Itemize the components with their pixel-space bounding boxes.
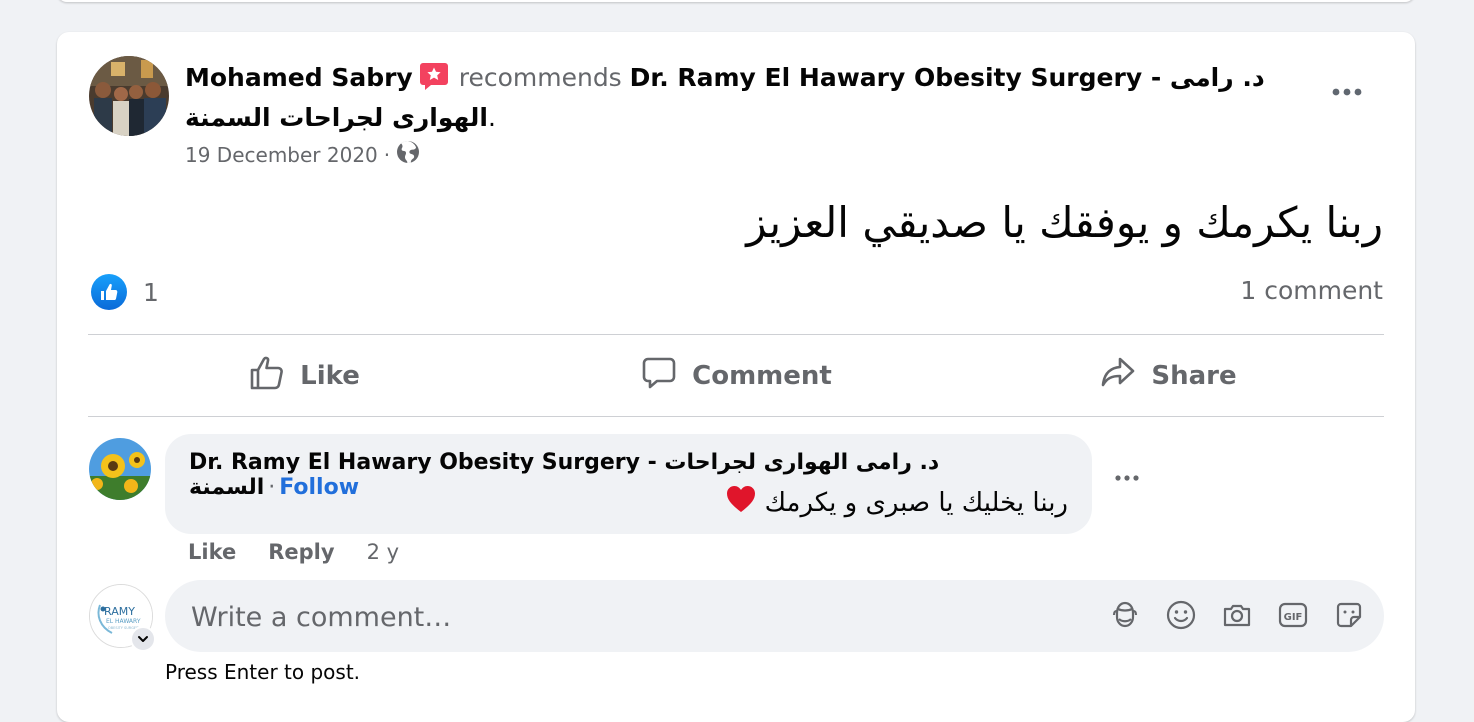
author-name[interactable]: Mohamed Sabry bbox=[185, 63, 413, 92]
thumbs-up-icon bbox=[248, 354, 286, 399]
more-horizontal-icon bbox=[1332, 88, 1362, 96]
comment-count-link[interactable]: 1 comment bbox=[1240, 276, 1383, 305]
recommends-text: recommends bbox=[458, 63, 622, 92]
composer-icons: GIF bbox=[1108, 598, 1366, 632]
follow-button[interactable]: Follow bbox=[279, 475, 359, 500]
post-body-text: ربنا يكرمك و يوفقك يا صديقي العزيز bbox=[746, 198, 1383, 247]
comment-bubble: Dr. Ramy El Hawary Obesity Surgery - د. … bbox=[165, 434, 1092, 534]
comment-options-button[interactable] bbox=[1112, 468, 1142, 494]
gif-icon[interactable]: GIF bbox=[1276, 598, 1310, 632]
chevron-down-icon bbox=[138, 636, 148, 642]
post-header: Mohamed Sabry recommends Dr. Ramy El Hawa… bbox=[185, 58, 1275, 138]
like-label: Like bbox=[300, 361, 360, 391]
press-enter-hint: Press Enter to post. bbox=[165, 660, 361, 684]
comment-reply-button[interactable]: Reply bbox=[268, 540, 334, 564]
divider bbox=[88, 416, 1384, 417]
like-count: 1 bbox=[143, 277, 159, 307]
comment-input[interactable] bbox=[189, 580, 1013, 654]
share-button[interactable]: Share bbox=[952, 338, 1384, 414]
post-date[interactable]: 19 December 2020 bbox=[185, 143, 378, 167]
avatar-sticker-icon[interactable] bbox=[1108, 598, 1142, 632]
like-button[interactable]: Like bbox=[88, 338, 520, 414]
author-avatar[interactable] bbox=[89, 56, 169, 136]
post-action-bar: Like Comment Share bbox=[88, 338, 1384, 414]
comment-label: Comment bbox=[692, 361, 832, 391]
meta-separator: · bbox=[383, 142, 391, 167]
profile-switch-button[interactable] bbox=[130, 626, 156, 652]
globe-icon bbox=[396, 140, 420, 169]
emoji-icon[interactable] bbox=[1164, 598, 1198, 632]
divider bbox=[88, 334, 1384, 335]
comment-bubble-icon bbox=[640, 354, 678, 399]
previous-post-card bbox=[57, 0, 1415, 2]
post-card: Mohamed Sabry recommends Dr. Ramy El Hawa… bbox=[57, 32, 1415, 722]
more-horizontal-icon bbox=[1115, 475, 1139, 481]
comment-text-row: ربنا يخليك يا صبرى و يكرمك bbox=[725, 484, 1068, 521]
svg-text:RAMY: RAMY bbox=[104, 605, 135, 618]
post-meta: 19 December 2020 · bbox=[185, 140, 420, 169]
comment-composer: GIF bbox=[165, 580, 1384, 654]
comment-separator: · bbox=[268, 475, 276, 500]
comment-like-button[interactable]: Like bbox=[188, 540, 236, 564]
sticker-icon[interactable] bbox=[1332, 598, 1366, 632]
recommendation-star-icon bbox=[419, 60, 449, 90]
comment-actions: Like Reply 2 y bbox=[188, 540, 399, 564]
commenter-avatar[interactable] bbox=[89, 438, 151, 500]
comment-text: ربنا يخليك يا صبرى و يكرمك bbox=[764, 487, 1068, 518]
comment-button[interactable]: Comment bbox=[520, 338, 952, 414]
share-arrow-icon bbox=[1099, 354, 1137, 399]
svg-text:GIF: GIF bbox=[1284, 612, 1303, 623]
like-reaction-icon bbox=[91, 274, 127, 310]
share-label: Share bbox=[1151, 361, 1237, 391]
comment-age[interactable]: 2 y bbox=[367, 540, 399, 564]
post-options-button[interactable] bbox=[1327, 76, 1367, 106]
camera-icon[interactable] bbox=[1220, 598, 1254, 632]
page-suffix: . bbox=[488, 103, 496, 132]
red-heart-icon bbox=[725, 484, 757, 521]
reaction-summary[interactable]: 1 bbox=[91, 274, 159, 310]
svg-text:EL HAWARY: EL HAWARY bbox=[106, 618, 141, 625]
